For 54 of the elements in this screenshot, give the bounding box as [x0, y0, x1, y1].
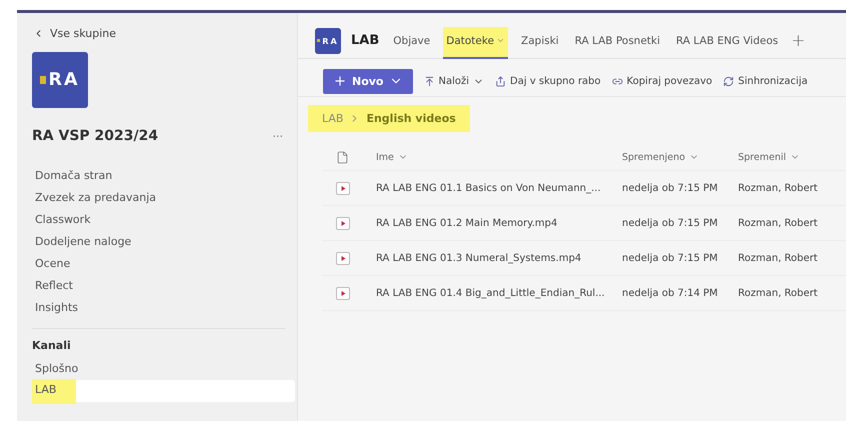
tab[interactable]: Objave: [390, 27, 434, 59]
file-name[interactable]: RA LAB ENG 01.2 Main Memory.mp4: [376, 218, 622, 228]
file-name[interactable]: RA LAB ENG 01.4 Big_and_Little_Endian_Rul...: [376, 288, 622, 298]
tab[interactable]: RA LAB ENG Videos: [673, 27, 782, 59]
file-name[interactable]: RA LAB ENG 01.1 Basics on Von Neumann_...: [376, 182, 622, 194]
table-cell-text: Rozman, Robert: [738, 288, 819, 298]
column-header[interactable]: Ime: [376, 152, 622, 162]
nav-item[interactable]: Domača stran: [35, 164, 297, 186]
video-file-icon: [336, 252, 350, 264]
table-cell-text: Rozman, Robert: [738, 182, 819, 194]
tab[interactable]: Datoteke: [443, 27, 508, 59]
table-cell-text: nedelja ob 7:15 PM: [622, 182, 719, 194]
breadcrumb-item[interactable]: English videos: [366, 112, 456, 125]
tab[interactable]: RA LAB Posnetki: [572, 27, 664, 59]
channel-title: LAB: [351, 33, 380, 48]
column-header[interactable]: Spremenil: [738, 152, 846, 162]
file-name[interactable]: RA LAB ENG 01.3 Numeral_Systems.mp4: [376, 252, 622, 264]
table-cell-text: Rozman, Robert: [738, 218, 819, 228]
toolbar-button[interactable]: Daj v skupno rabo: [495, 76, 601, 86]
nav-item[interactable]: Insights: [35, 296, 297, 318]
video-file-icon: [336, 286, 350, 300]
share-icon: [495, 76, 506, 86]
tab[interactable]: Zapiski: [518, 27, 562, 59]
channel-label: Splošno: [35, 360, 78, 376]
toolbar-button[interactable]: Sinhronizacija: [723, 76, 808, 86]
team-name: RA VSP 2023/24: [32, 128, 158, 144]
channel-item[interactable]: LAB: [32, 380, 295, 402]
table-cell-text: nedelja ob 7:15 PM: [622, 218, 719, 228]
add-tab-button[interactable]: +: [791, 30, 806, 50]
column-header[interactable]: Spremenjeno: [622, 152, 738, 162]
nav-item[interactable]: Zvezek za predavanja: [35, 186, 297, 208]
channel-item[interactable]: Splošno: [32, 358, 295, 380]
nav-item[interactable]: Reflect: [35, 274, 297, 296]
channels-heading: Kanali: [31, 339, 72, 354]
channel-label: LAB: [32, 378, 76, 404]
more-button[interactable]: ···: [272, 130, 283, 142]
channel-logo: RA: [315, 28, 341, 54]
toolbar-button[interactable]: Naloži: [424, 76, 484, 86]
table-cell-text: Rozman, Robert: [738, 252, 819, 264]
video-file-icon: [336, 216, 350, 230]
table-cell-text: nedelja ob 7:14 PM: [622, 288, 719, 298]
plus-icon: [333, 74, 347, 88]
upload-icon: [424, 76, 434, 86]
sync-icon: [723, 76, 734, 86]
toolbar-button[interactable]: Kopiraj povezavo: [612, 76, 712, 86]
table-cell-text: nedelja ob 7:15 PM: [622, 252, 719, 264]
video-file-icon: [336, 182, 350, 194]
new-button[interactable]: Novo: [323, 68, 412, 94]
file-type-icon: [336, 150, 349, 164]
team-logo: RA: [32, 52, 88, 108]
nav-item[interactable]: Dodeljene naloge: [35, 230, 297, 252]
back-link[interactable]: Vse skupine: [17, 13, 297, 40]
nav-item[interactable]: Ocene: [35, 252, 297, 274]
nav-item[interactable]: Classwork: [35, 208, 297, 230]
